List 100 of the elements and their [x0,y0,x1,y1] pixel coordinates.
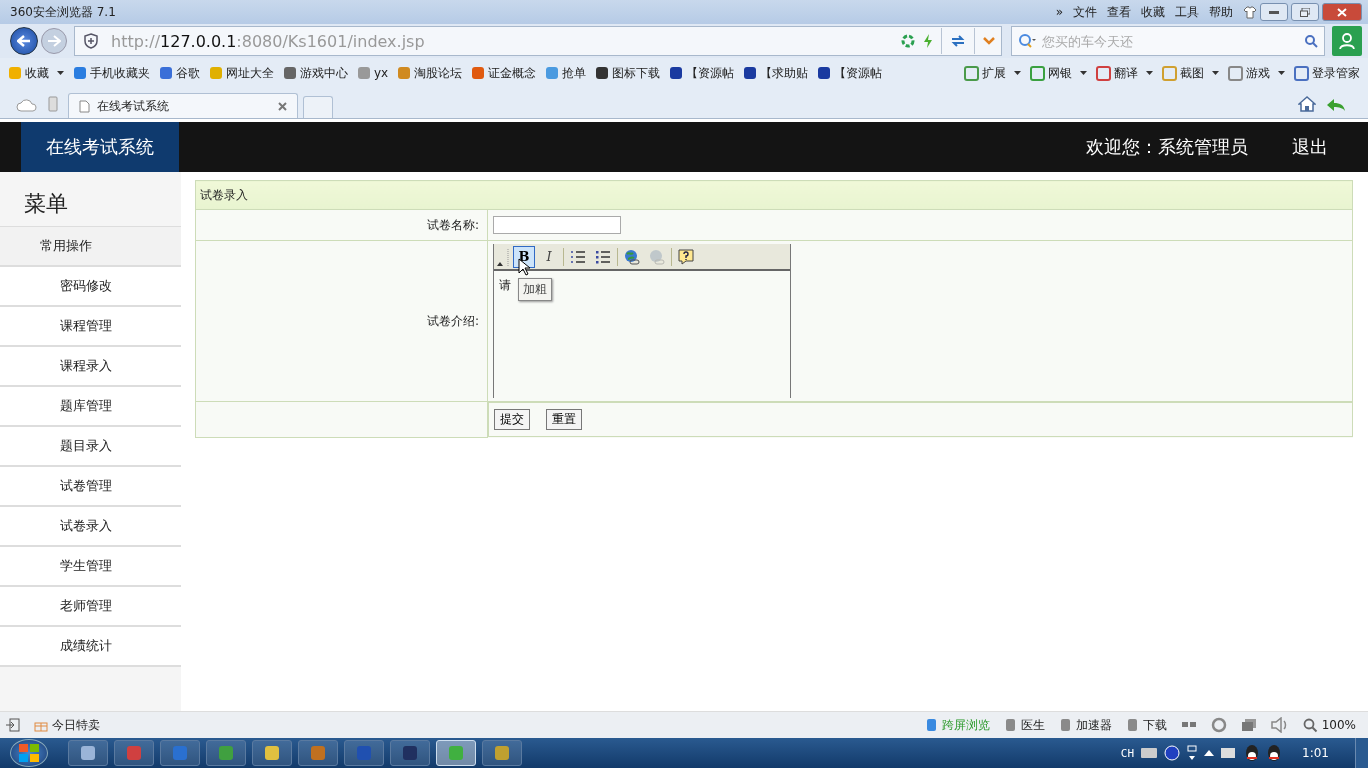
menu-item[interactable]: 学生管理 [0,547,181,587]
toolbar-item[interactable]: 登录管家 [1294,64,1360,82]
welcome-text: 欢迎您：系统管理员 [1086,135,1248,159]
keyboard-icon[interactable] [1140,747,1159,759]
menu-item[interactable]: 题库管理 [0,387,181,427]
bookmark-item[interactable]: 收藏 [8,64,64,82]
sign-in-icon[interactable] [6,718,20,732]
reset-button[interactable]: 重置 [546,409,582,430]
menu-item[interactable]: 老师管理 [0,587,181,627]
shirt-icon[interactable] [1243,5,1257,19]
arrow-right-icon [47,35,61,47]
menu-item[interactable]: 成绩统计 [0,627,181,667]
toolbar-item[interactable]: 网银 [1030,64,1087,82]
bookmark-icon [743,66,758,80]
search-icon[interactable] [1304,34,1318,48]
field-label: 试卷介绍: [426,313,479,328]
input-field[interactable] [493,216,621,234]
taskbar-app[interactable] [68,740,108,766]
tooltip: 加粗 [518,278,552,301]
bookmark-item[interactable]: 图标下载 [595,64,661,82]
menu-item[interactable]: 试卷录入 [0,507,181,547]
menu-item[interactable]: 帮助 [1209,3,1233,21]
numbered-list-icon [570,249,586,264]
menu-item[interactable]: 查看 [1107,3,1131,21]
taskbar-app[interactable] [252,740,292,766]
bookmark-item[interactable]: 淘股论坛 [397,64,463,82]
brand-title: 在线考试系统 [21,122,179,172]
help-icon [678,248,694,265]
menu-item[interactable]: 课程管理 [0,307,181,347]
restore-button[interactable] [1291,3,1319,21]
taskbar-app[interactable] [206,740,246,766]
close-icon[interactable] [278,101,287,111]
refresh-icon[interactable] [901,34,915,48]
status-item[interactable]: 下载 [1125,716,1167,734]
penguin-icon[interactable] [1266,744,1283,762]
clock[interactable]: 1:01 [1302,746,1329,760]
browser-tab[interactable]: 在线考试系统 [68,93,298,118]
editor-text: 请 [499,278,511,292]
menu-item[interactable]: » [1055,5,1063,19]
status-item[interactable]: 今日特卖 [34,716,100,734]
menu-item[interactable]: 文件 [1073,3,1097,21]
bookmark-item[interactable]: yx [357,66,389,80]
app-icon [217,744,235,762]
submit-button[interactable]: 提交 [494,409,530,430]
address-bar[interactable]: http://127.0.0.1:8080/Ks1601/index.jsp [74,26,1002,56]
lightning-icon[interactable] [923,34,933,48]
cloud-icon[interactable] [16,98,38,112]
bookmark-item[interactable]: 谷歌 [159,64,200,82]
tool-icon [1228,65,1243,81]
expand-icon[interactable] [1204,750,1215,756]
menu-item[interactable]: 工具 [1175,3,1199,21]
toolbar-item[interactable]: 扩展 [964,64,1021,82]
switch-icon[interactable] [950,34,966,48]
penguin-icon[interactable] [1244,744,1261,762]
bookmark-item[interactable]: 游戏中心 [283,64,348,82]
bookmark-item[interactable]: 【资源帖 [817,64,883,82]
network-icon[interactable] [1186,745,1199,761]
bookmark-item[interactable]: 证金概念 [471,64,537,82]
taskbar-app[interactable] [482,740,522,766]
toolbar-item[interactable]: 截图 [1162,64,1219,82]
bookmark-item[interactable]: 网址大全 [209,64,274,82]
arrow-left-icon [17,35,31,47]
help-icon[interactable] [1164,745,1181,761]
bookmark-icon [283,66,297,80]
speaker-icon[interactable] [1270,717,1289,733]
user-button[interactable] [1332,26,1362,56]
app-icon [263,744,281,762]
zoom-level[interactable]: 100% [1302,717,1356,733]
menu-item[interactable]: 题目录入 [0,427,181,467]
show-desktop-button[interactable] [1355,738,1368,768]
bookmark-item[interactable]: 抢单 [545,64,587,82]
bold-button[interactable]: B [513,245,535,268]
status-item[interactable]: 加速器 [1058,716,1112,734]
bookmark-icon [73,66,87,80]
bookmark-icon [545,66,560,80]
bookmark-item[interactable]: 手机收藏夹 [73,64,150,82]
search-bar[interactable]: 您买的车今天还 [1011,26,1325,56]
toolbar-item[interactable]: 游戏 [1228,64,1285,82]
home-icon[interactable] [1298,96,1316,112]
bookmark-item[interactable]: 【求助贴 [743,64,809,82]
status-item[interactable]: 医生 [1003,716,1045,734]
taskbar-app[interactable] [298,740,338,766]
start-button[interactable] [10,739,48,767]
menu-item[interactable]: 收藏 [1141,3,1165,21]
undo-arrow-icon[interactable] [1326,98,1346,112]
menu-item[interactable]: 试卷管理 [0,467,181,507]
menu-item[interactable]: 密码修改 [0,267,181,307]
minimize-button[interactable] [1260,3,1288,21]
chevron-down-icon[interactable] [983,37,995,45]
menu-item[interactable]: 课程录入 [0,347,181,387]
language-indicator[interactable]: CH [1120,746,1135,760]
logout-link[interactable]: 退出 [1292,135,1328,159]
back-button[interactable] [10,27,38,55]
search-field[interactable]: 您买的车今天还 [1040,32,1300,50]
windows-stack-icon[interactable] [1240,718,1257,732]
taskbar-app[interactable] [390,740,430,766]
close-button[interactable] [1322,3,1362,21]
italic-button[interactable]: I [538,245,560,268]
bookmark-item[interactable]: 【资源帖 [669,64,735,82]
toolbar-item[interactable]: 翻译 [1096,64,1153,82]
